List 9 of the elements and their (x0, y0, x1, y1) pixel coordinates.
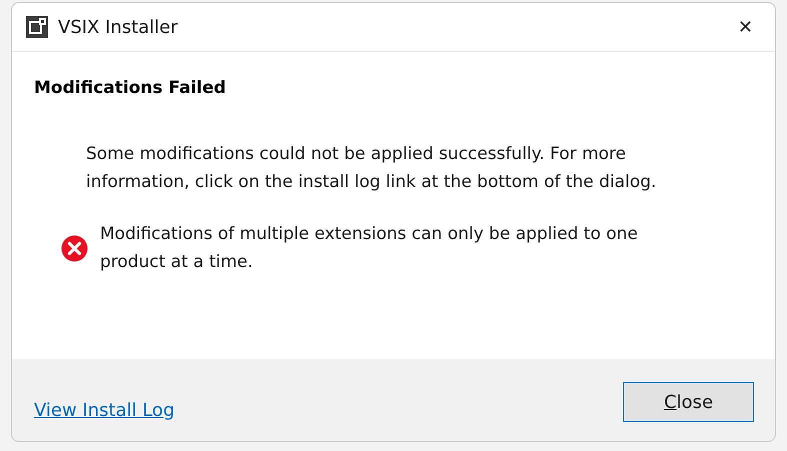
install-log-link[interactable]: View Install Log (34, 400, 174, 420)
dialog-heading: Modifications Failed (34, 78, 227, 98)
error-icon (61, 234, 88, 262)
close-button[interactable]: ✕ (730, 12, 761, 42)
app-icon (26, 16, 48, 38)
close-dialog-button[interactable]: Close (623, 382, 754, 422)
message-text: Some modifications could not be applied successfully. For more information, click on the install log link at the bottom of the dialog. (86, 143, 658, 194)
error-text: Modifications of multiple extensions can only be applied to one product at a time. (100, 223, 639, 274)
window-title: VSIX Installer (58, 16, 179, 38)
